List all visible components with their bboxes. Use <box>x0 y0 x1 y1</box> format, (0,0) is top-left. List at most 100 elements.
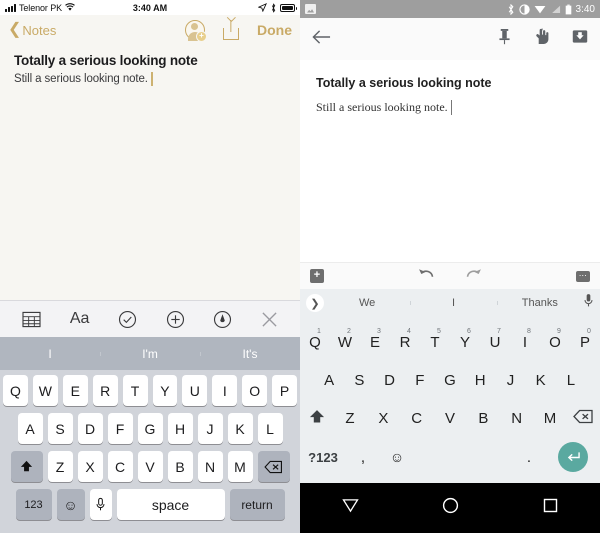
nav-recents-square-icon[interactable] <box>543 498 558 518</box>
table-icon[interactable] <box>22 311 41 328</box>
add-attachment-icon[interactable] <box>166 310 185 329</box>
backspace-icon[interactable] <box>257 451 290 482</box>
period-key[interactable]: . <box>512 449 546 466</box>
markup-pen-icon[interactable] <box>213 310 232 329</box>
back-to-notes-button[interactable]: ❮ Notes <box>8 22 56 38</box>
android-note-content[interactable]: Totally a serious looking note Still a s… <box>300 60 600 115</box>
undo-icon[interactable] <box>418 267 435 285</box>
key-g[interactable]: G <box>137 413 163 444</box>
key-v[interactable]: V <box>137 451 163 482</box>
key-x[interactable]: X <box>77 451 103 482</box>
key-d[interactable]: D <box>374 372 404 389</box>
chevron-right-icon[interactable]: ❯ <box>306 294 324 312</box>
key-k[interactable]: K <box>526 372 556 389</box>
key-r[interactable]: R <box>92 375 118 406</box>
key-w[interactable]: W <box>32 375 58 406</box>
suggestion-item-3[interactable]: Thanks <box>496 297 583 309</box>
key-q[interactable]: Q <box>2 375 28 406</box>
more-options-icon[interactable]: ⋯ <box>576 270 590 282</box>
key-q[interactable]: 1Q <box>300 328 330 351</box>
hand-pointer-icon[interactable] <box>534 28 550 50</box>
back-arrow-icon[interactable] <box>312 29 331 50</box>
emoji-smiley-icon[interactable]: ☺ <box>56 489 85 520</box>
key-l[interactable]: L <box>556 372 586 389</box>
prediction-item-3[interactable]: It's <box>200 347 300 361</box>
suggestion-item-2[interactable]: I <box>410 297 496 309</box>
pin-icon[interactable] <box>497 28 512 50</box>
key-o[interactable]: O <box>242 375 268 406</box>
nav-back-triangle-icon[interactable] <box>342 498 359 518</box>
key-e[interactable]: E <box>62 375 88 406</box>
microphone-icon[interactable] <box>583 293 594 313</box>
nav-home-circle-icon[interactable] <box>442 497 459 519</box>
close-icon[interactable] <box>261 311 278 328</box>
key-n[interactable]: N <box>500 410 533 427</box>
key-z[interactable]: Z <box>47 451 73 482</box>
key-a[interactable]: A <box>17 413 43 444</box>
key-w[interactable]: 2W <box>330 328 360 351</box>
return-key[interactable]: return <box>229 489 285 520</box>
bluetooth-icon <box>508 3 514 15</box>
key-h[interactable]: H <box>465 372 495 389</box>
key-m[interactable]: M <box>533 410 566 427</box>
redo-icon[interactable] <box>465 267 482 285</box>
key-g[interactable]: G <box>435 372 465 389</box>
text-format-icon[interactable]: Aa <box>70 310 90 328</box>
key-z[interactable]: Z <box>333 410 366 427</box>
comma-key[interactable]: , <box>346 449 380 466</box>
key-b[interactable]: B <box>167 451 193 482</box>
key-p[interactable]: 0P <box>570 328 600 351</box>
key-d[interactable]: D <box>77 413 103 444</box>
key-v[interactable]: V <box>433 410 466 427</box>
key-t[interactable]: 5T <box>420 328 450 351</box>
android-app-toolbar <box>300 18 600 60</box>
key-s[interactable]: S <box>47 413 73 444</box>
key-u[interactable]: 7U <box>480 328 510 351</box>
backspace-icon[interactable] <box>567 409 600 428</box>
checklist-icon[interactable] <box>118 310 137 329</box>
key-h[interactable]: H <box>167 413 193 444</box>
add-person-icon[interactable]: + <box>185 20 207 42</box>
key-f[interactable]: F <box>107 413 133 444</box>
numeric-key[interactable]: 123 <box>15 489 52 520</box>
key-u[interactable]: U <box>182 375 208 406</box>
key-s[interactable]: S <box>344 372 374 389</box>
key-y[interactable]: 6Y <box>450 328 480 351</box>
key-x[interactable]: X <box>367 410 400 427</box>
key-a[interactable]: A <box>314 372 344 389</box>
key-t[interactable]: T <box>122 375 148 406</box>
key-j[interactable]: J <box>495 372 525 389</box>
key-b[interactable]: B <box>467 410 500 427</box>
emoji-smiley-icon[interactable]: ☺ <box>380 449 414 465</box>
symbols-key[interactable]: ?123 <box>300 450 346 465</box>
archive-down-icon[interactable] <box>572 29 588 49</box>
key-l[interactable]: L <box>257 413 283 444</box>
ios-note-content[interactable]: Totally a serious looking note Still a s… <box>0 45 300 300</box>
shift-up-arrow-icon[interactable] <box>10 451 43 482</box>
key-i[interactable]: I <box>212 375 238 406</box>
prediction-item-1[interactable]: I <box>0 347 100 361</box>
key-e[interactable]: 3E <box>360 328 390 351</box>
key-j[interactable]: J <box>197 413 223 444</box>
key-n[interactable]: N <box>197 451 223 482</box>
key-r[interactable]: 4R <box>390 328 420 351</box>
microphone-icon[interactable] <box>89 489 112 520</box>
enter-return-icon[interactable] <box>546 442 600 472</box>
key-c[interactable]: C <box>400 410 433 427</box>
key-c[interactable]: C <box>107 451 133 482</box>
space-key[interactable]: space <box>116 489 225 520</box>
key-k[interactable]: K <box>227 413 253 444</box>
key-m[interactable]: M <box>227 451 253 482</box>
shift-up-arrow-icon[interactable] <box>300 409 333 428</box>
space-key[interactable] <box>414 449 512 466</box>
share-icon[interactable] <box>223 20 239 40</box>
key-y[interactable]: Y <box>152 375 178 406</box>
add-plus-box-icon[interactable]: + <box>310 269 324 283</box>
key-o[interactable]: 9O <box>540 328 570 351</box>
done-button[interactable]: Done <box>257 22 292 38</box>
key-f[interactable]: F <box>405 372 435 389</box>
prediction-item-2[interactable]: I'm <box>100 347 200 361</box>
suggestion-item-1[interactable]: We <box>324 297 410 309</box>
key-i[interactable]: 8I <box>510 328 540 351</box>
key-p[interactable]: P <box>272 375 298 406</box>
